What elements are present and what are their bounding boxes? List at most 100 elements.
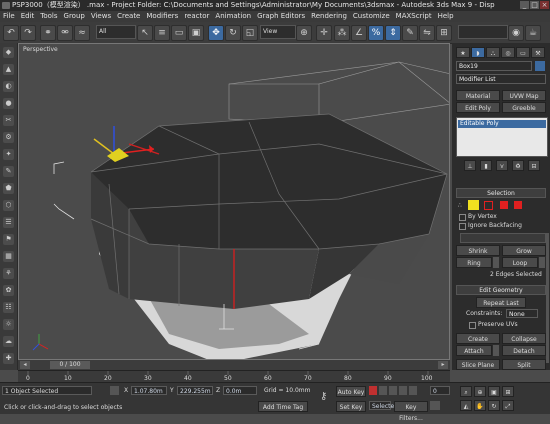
lock-selection-icon[interactable] — [110, 386, 119, 395]
menu-animation[interactable]: Animation — [212, 11, 254, 22]
ring-button[interactable]: Ring — [456, 257, 492, 268]
tool-icon-7[interactable]: ✦ — [3, 149, 14, 160]
menu-rendering[interactable]: Rendering — [308, 11, 350, 22]
edit-poly-button[interactable]: Edit Poly — [456, 102, 500, 113]
goto-end-icon[interactable] — [409, 386, 417, 395]
time-prev-icon[interactable]: ◂ — [20, 361, 30, 369]
object-color-swatch[interactable] — [535, 61, 545, 71]
tool-icon-9[interactable]: ⬟ — [3, 183, 14, 194]
repeat-last-button[interactable]: Repeat Last — [476, 297, 526, 308]
edge-icon[interactable] — [468, 200, 479, 210]
arc-rotate-icon[interactable]: ↻ — [488, 400, 500, 411]
attach-button[interactable]: Attach — [456, 345, 492, 356]
menu-help[interactable]: Help — [435, 11, 457, 22]
minimize-button[interactable]: _ — [520, 1, 529, 9]
tool-icon-15[interactable]: ✿ — [3, 285, 14, 296]
menu-create[interactable]: Create — [114, 11, 143, 22]
zoom-icon[interactable]: ⌕ — [460, 386, 472, 397]
ignore-backfacing-checkbox[interactable] — [459, 223, 466, 230]
auto-key-button[interactable]: Auto Key — [336, 386, 366, 397]
pivot-center-icon[interactable]: ⊕ — [296, 25, 312, 41]
material-editor-icon[interactable]: ◉ — [508, 25, 524, 41]
element-icon[interactable] — [514, 201, 522, 209]
stack-item-editable-poly[interactable]: Editable Poly — [458, 120, 546, 128]
goto-start-icon[interactable] — [369, 386, 377, 395]
shrink-button[interactable]: Shrink — [456, 245, 500, 256]
by-vertex-checkbox[interactable] — [459, 214, 466, 221]
material-button[interactable]: Material — [456, 90, 500, 101]
time-slider-thumb[interactable]: 0 / 100 — [50, 361, 90, 369]
angle-threshold-field[interactable] — [460, 233, 546, 243]
motion-tab-icon[interactable]: ◎ — [501, 47, 515, 58]
tool-icon-13[interactable]: ▦ — [3, 251, 14, 262]
time-slider[interactable]: ◂ 0 / 100 ▸ — [18, 360, 450, 370]
menu-reactor[interactable]: reactor — [181, 11, 212, 22]
field-of-view-icon[interactable]: ◭ — [460, 400, 472, 411]
hierarchy-tab-icon[interactable]: ⛬ — [486, 47, 500, 58]
grow-button[interactable]: Grow — [502, 245, 546, 256]
select-object-icon[interactable]: ↖ — [137, 25, 153, 41]
render-scene-icon[interactable]: ☕ — [525, 25, 541, 41]
create-tab-icon[interactable]: ★ — [456, 47, 470, 58]
menu-graph-editors[interactable]: Graph Editors — [254, 11, 308, 22]
zoom-all-icon[interactable]: ⊕ — [474, 386, 486, 397]
create-button[interactable]: Create — [456, 333, 500, 344]
key-filters-button[interactable]: Key Filters... — [394, 401, 428, 422]
edit-named-selection-icon[interactable]: ✎ — [402, 25, 418, 41]
tool-icon-3[interactable]: ◐ — [3, 81, 14, 92]
panel-scrollbar[interactable] — [546, 233, 549, 363]
unlink-icon[interactable]: ⚮ — [57, 25, 73, 41]
menu-tools[interactable]: Tools — [37, 11, 60, 22]
spinner-snap-icon[interactable]: ⇕ — [385, 25, 401, 41]
edit-geometry-rollout-header[interactable]: Edit Geometry — [456, 285, 546, 295]
uvw-map-button[interactable]: UVW Map — [502, 90, 546, 101]
menu-modifiers[interactable]: Modifiers — [143, 11, 181, 22]
play-icon[interactable] — [389, 386, 397, 395]
show-end-result-icon[interactable]: ▮ — [480, 160, 492, 171]
loop-button[interactable]: Loop — [502, 257, 538, 268]
modify-tab-icon[interactable]: ◗ — [471, 47, 485, 58]
percent-snap-icon[interactable]: % — [368, 25, 384, 41]
tool-icon-16[interactable]: ☷ — [3, 302, 14, 313]
menu-edit[interactable]: Edit — [18, 11, 38, 22]
tool-icon-10[interactable]: ⬡ — [3, 200, 14, 211]
next-frame-icon[interactable] — [399, 386, 407, 395]
zoom-extents-all-icon[interactable]: ⊞ — [502, 386, 514, 397]
pin-stack-icon[interactable]: ⊥ — [464, 160, 476, 171]
select-manipulate-icon[interactable]: ✛ — [316, 25, 332, 41]
object-name-field[interactable]: Box19 — [456, 61, 532, 71]
redo-icon[interactable]: ↷ — [20, 25, 36, 41]
link-icon[interactable]: ⚭ — [40, 25, 56, 41]
time-next-icon[interactable]: ▸ — [438, 361, 448, 369]
menu-maxscript[interactable]: MAXScript — [393, 11, 435, 22]
collapse-button[interactable]: Collapse — [502, 333, 546, 344]
maximize-viewport-icon[interactable]: ⤢ — [502, 400, 514, 411]
vertex-icon[interactable]: ∴ — [458, 202, 464, 209]
undo-icon[interactable]: ↶ — [3, 25, 19, 41]
tool-icon-5[interactable]: ✂ — [3, 115, 14, 126]
display-tab-icon[interactable]: ▭ — [516, 47, 530, 58]
zoom-extents-icon[interactable]: ▣ — [488, 386, 500, 397]
prev-frame-icon[interactable] — [379, 386, 387, 395]
menu-customize[interactable]: Customize — [350, 11, 393, 22]
maximize-button[interactable]: □ — [530, 1, 539, 9]
selection-rollout-header[interactable]: Selection — [456, 188, 546, 198]
perspective-viewport[interactable]: Perspective — [18, 43, 450, 360]
tool-icon-4[interactable]: ● — [3, 98, 14, 109]
scale-icon[interactable]: ◱ — [242, 25, 258, 41]
ring-spinner[interactable] — [493, 257, 499, 268]
add-time-tag-button[interactable]: Add Time Tag — [258, 401, 308, 412]
z-coordinate-field[interactable]: 0.0m — [223, 386, 257, 395]
close-button[interactable]: × — [540, 1, 549, 9]
pan-icon[interactable]: ✋ — [474, 400, 486, 411]
reference-coord-dropdown[interactable]: View — [260, 25, 296, 39]
remove-modifier-icon[interactable]: ♻ — [512, 160, 524, 171]
modifier-list-dropdown[interactable]: Modifier List — [456, 74, 546, 84]
tool-icon-2[interactable]: ▲ — [3, 64, 14, 75]
menu-group[interactable]: Group — [61, 11, 88, 22]
configure-sets-icon[interactable]: ⊟ — [528, 160, 540, 171]
menu-views[interactable]: Views — [88, 11, 114, 22]
tool-icon-19[interactable]: ✚ — [3, 353, 14, 364]
make-unique-icon[interactable]: ⋎ — [496, 160, 508, 171]
utilities-tab-icon[interactable]: ⚒ — [531, 47, 545, 58]
